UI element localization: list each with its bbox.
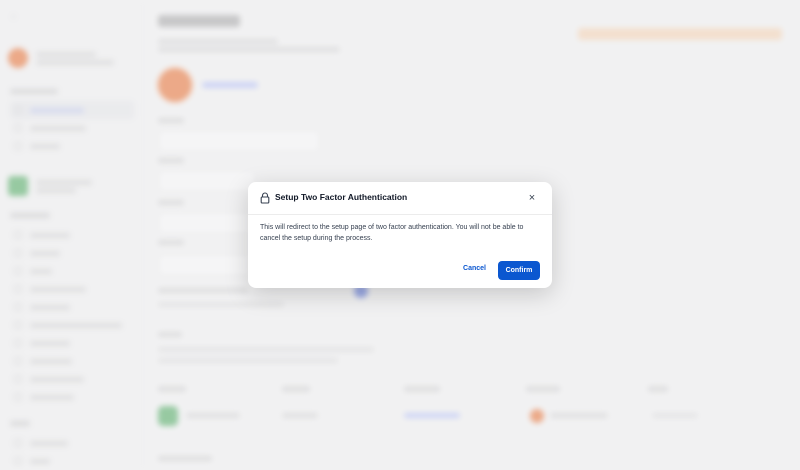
confirm-button[interactable]: Confirm — [498, 261, 540, 280]
lock-icon — [260, 192, 270, 204]
dialog-message: This will redirect to the setup page of … — [260, 224, 524, 242]
two-factor-dialog: Setup Two Factor Authentication × This w… — [248, 182, 552, 288]
close-icon[interactable]: × — [524, 190, 540, 206]
cancel-button[interactable]: Cancel — [461, 261, 488, 276]
dialog-title: Setup Two Factor Authentication — [275, 192, 408, 202]
dialog-header: Setup Two Factor Authentication × — [248, 182, 552, 215]
